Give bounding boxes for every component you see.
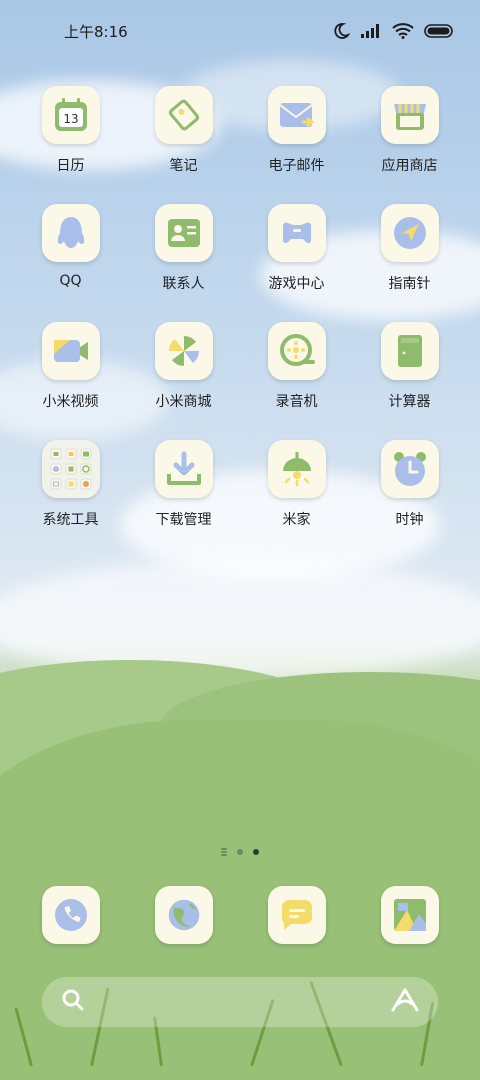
search-icon[interactable] [60,987,86,1017]
svg-text:13: 13 [63,112,78,126]
app-mi-store[interactable]: 小米商城 [127,322,240,411]
app-label: 游戏中心 [268,276,325,292]
dock-messages[interactable] [240,886,353,944]
moon-icon [332,22,350,40]
app-clock[interactable]: 时钟 [353,440,466,529]
page-indicator[interactable] [0,849,480,855]
app-label: 计算器 [388,394,431,410]
app-qq[interactable]: QQ [14,204,127,293]
app-label: 日历 [56,158,85,174]
contacts-icon [154,204,213,262]
app-grid: 13 日历 笔记 电子邮件 应用商店 QQ 联系人 游戏中心 指南针 小米视频 … [14,86,466,529]
calculator-icon [380,322,439,380]
app-label: 米家 [282,512,311,528]
app-mi-video[interactable]: 小米视频 [14,322,127,411]
dock [14,886,466,944]
app-label: 小米商城 [155,394,212,410]
signal-icon [360,23,382,39]
app-contacts[interactable]: 联系人 [127,204,240,293]
mail-icon [267,86,326,144]
app-label: 系统工具 [42,512,99,528]
folder-icon [41,440,100,498]
search-bar[interactable] [42,977,438,1027]
app-store-icon [380,86,439,144]
app-label: QQ [59,273,82,289]
mi-store-icon [154,322,213,380]
app-calendar[interactable]: 13 日历 [14,86,127,175]
page-indicator-dot[interactable] [237,849,243,855]
app-notes[interactable]: 笔记 [127,86,240,175]
app-label: 指南针 [388,276,431,292]
notes-icon [154,86,213,144]
browser-icon [154,886,213,944]
assistant-icon[interactable] [390,987,420,1017]
page-indicator-home[interactable] [221,851,227,853]
app-calculator[interactable]: 计算器 [353,322,466,411]
app-label: 应用商店 [381,158,438,174]
video-icon [41,322,100,380]
app-mijia[interactable]: 米家 [240,440,353,529]
dock-phone[interactable] [14,886,127,944]
qq-icon [41,204,100,262]
game-center-icon [267,204,326,262]
app-label: 下载管理 [155,512,212,528]
status-time: 上午8:16 [64,22,128,41]
download-icon [154,440,213,498]
app-label: 电子邮件 [268,158,325,174]
compass-icon [380,204,439,262]
app-download-manager[interactable]: 下载管理 [127,440,240,529]
app-recorder[interactable]: 录音机 [240,322,353,411]
dock-gallery[interactable] [353,886,466,944]
app-compass[interactable]: 指南针 [353,204,466,293]
app-label: 时钟 [395,512,424,528]
phone-icon [41,886,100,944]
app-game-center[interactable]: 游戏中心 [240,204,353,293]
app-label: 小米视频 [42,394,99,410]
app-system-tools-folder[interactable]: 系统工具 [14,440,127,529]
app-label: 录音机 [275,394,318,410]
calendar-icon: 13 [41,86,100,144]
gallery-icon [380,886,439,944]
dock-browser[interactable] [127,886,240,944]
messages-icon [267,886,326,944]
battery-icon [424,24,454,38]
app-store[interactable]: 应用商店 [353,86,466,175]
recorder-icon [267,322,326,380]
app-label: 联系人 [162,276,205,292]
wifi-icon [392,23,414,39]
status-bar: 上午8:16 [0,0,480,62]
page-indicator-dot-active[interactable] [253,849,259,855]
app-label: 笔记 [169,158,198,174]
app-mail[interactable]: 电子邮件 [240,86,353,175]
clock-icon [380,440,439,498]
mijia-lamp-icon [267,440,326,498]
